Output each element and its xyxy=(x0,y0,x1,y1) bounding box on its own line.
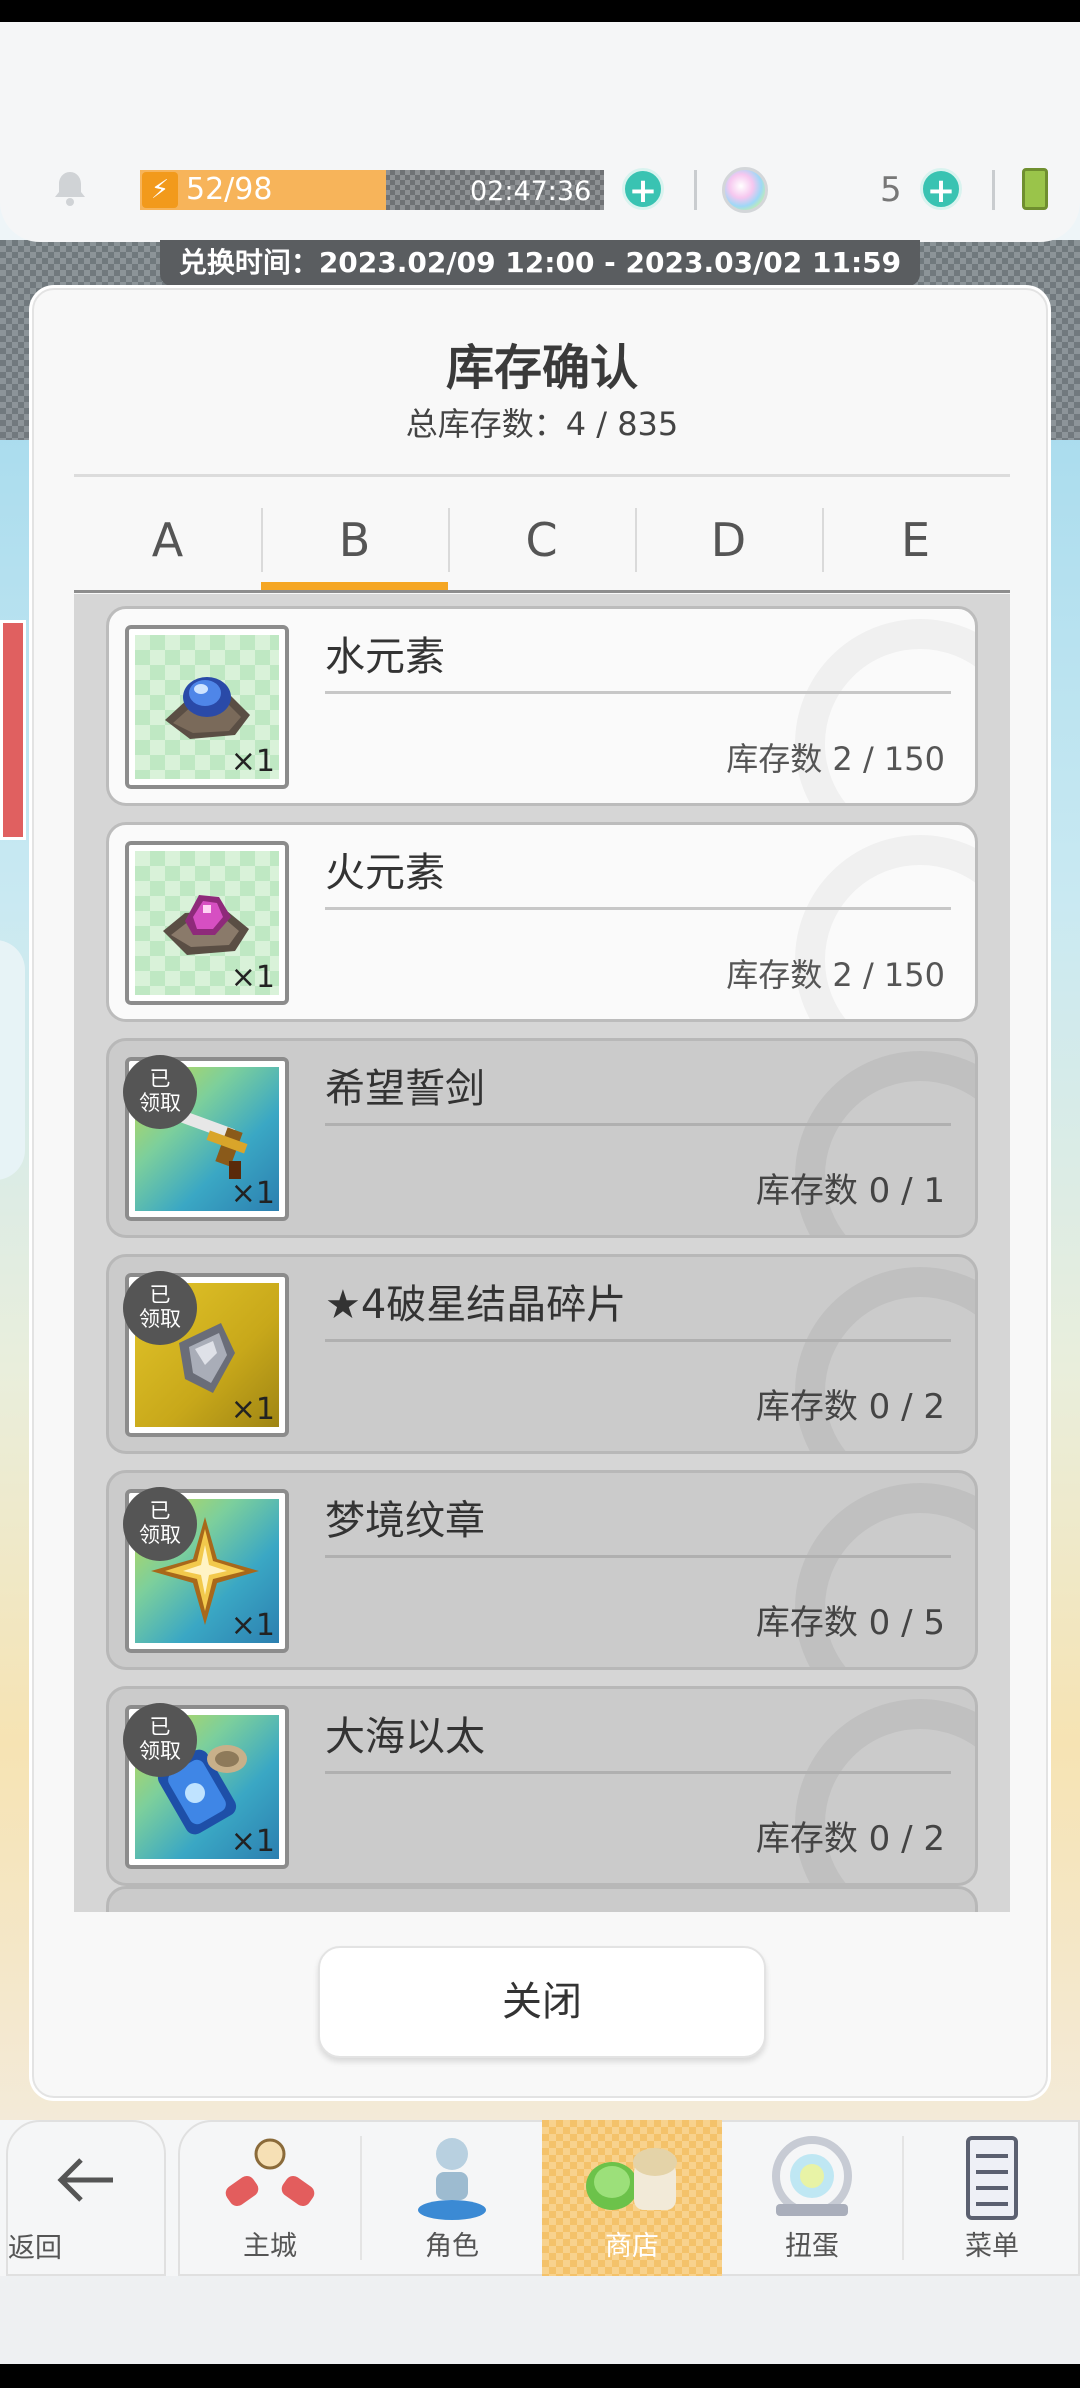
tab-bar: A B C D E xyxy=(74,490,1010,592)
top-black-bar xyxy=(0,0,1080,22)
item-name-divider xyxy=(325,1339,951,1342)
item-stock: 库存数 0 / 2 xyxy=(755,1819,945,1859)
item-name: 水元素 xyxy=(325,634,445,680)
nav-item-character[interactable]: 角色 xyxy=(362,2120,542,2276)
item-thumbnail: ×1 已领取 xyxy=(123,1703,289,1869)
nav-item-castle[interactable]: 主城 xyxy=(180,2120,360,2276)
item-quantity: ×1 xyxy=(230,1392,275,1427)
nav-label: 商店 xyxy=(605,2231,659,2262)
bottom-strip xyxy=(0,2276,1080,2364)
castle-icon xyxy=(225,2138,315,2207)
list-item-claimed[interactable]: ×1 已领取 希望誓剑 库存数 0 / 1 xyxy=(106,1038,978,1238)
item-name: 火元素 xyxy=(325,850,445,896)
stamina-value: 52/98 xyxy=(186,172,273,207)
item-name: 大海以太 xyxy=(325,1714,485,1760)
item-thumbnail: ×1 已领取 xyxy=(123,1055,289,1221)
nav-item-menu[interactable]: 菜单 xyxy=(902,2120,1080,2276)
shop-icon xyxy=(586,2148,677,2210)
item-stock: 库存数 0 / 2 xyxy=(755,1387,945,1427)
item-thumbnail: ×1 xyxy=(125,841,289,1005)
item-stock: 库存数 2 / 150 xyxy=(726,740,945,778)
item-thumbnail: ×1 xyxy=(125,625,289,789)
item-thumbnail: ×1 已领取 xyxy=(123,1487,289,1653)
stamina-timer: 02:47:36 xyxy=(470,176,592,207)
nav-label: 主城 xyxy=(243,2231,297,2262)
lightning-icon: ⚡ xyxy=(142,172,178,208)
add-stamina-button[interactable]: + xyxy=(622,168,664,211)
nav-item-shop[interactable]: 商店 xyxy=(542,2120,722,2276)
background-red-panel xyxy=(0,620,26,840)
item-quantity: ×1 xyxy=(230,960,275,995)
title-divider xyxy=(74,474,1010,477)
tab-e[interactable]: E xyxy=(822,490,1009,590)
item-quantity: ×1 xyxy=(230,1176,275,1211)
item-stock: 库存数 0 / 5 xyxy=(755,1603,945,1643)
status-divider xyxy=(992,170,995,210)
claimed-badge: 已领取 xyxy=(123,1055,197,1129)
item-stock: 库存数 2 / 150 xyxy=(726,956,945,994)
item-name: 梦境纹章 xyxy=(325,1498,485,1544)
item-name-divider xyxy=(325,1771,951,1774)
character-icon xyxy=(418,2138,486,2220)
bottom-black-bar xyxy=(0,2364,1080,2388)
tab-b[interactable]: B xyxy=(261,490,448,590)
claimed-badge: 已领取 xyxy=(123,1271,197,1345)
item-name-divider xyxy=(325,691,951,694)
tab-d[interactable]: D xyxy=(635,490,822,590)
list-item-claimed[interactable]: ×1 已领取 大海以太 库存数 0 / 2 xyxy=(106,1686,978,1886)
list-item-claimed[interactable]: ×1 已领取 ★4破星结晶碎片 库存数 0 / 2 xyxy=(106,1254,978,1454)
list-item[interactable]: ×1 火元素 库存数 2 / 150 xyxy=(106,822,978,1022)
nav-item-gacha[interactable]: 扭蛋 xyxy=(722,2120,902,2276)
status-divider xyxy=(694,170,697,210)
item-quantity: ×1 xyxy=(230,1608,275,1643)
item-name: ★4破星结晶碎片 xyxy=(325,1282,627,1328)
item-quantity: ×1 xyxy=(230,1824,275,1859)
gem-count: 5 xyxy=(880,170,902,210)
nav-label: 角色 xyxy=(425,2231,479,2262)
item-name-divider xyxy=(325,907,951,910)
tabs-divider xyxy=(74,590,1010,593)
list-item[interactable]: ×1 水元素 库存数 2 / 150 xyxy=(106,606,978,806)
item-quantity: ×1 xyxy=(230,744,275,779)
tab-c[interactable]: C xyxy=(448,490,635,590)
total-stock-label: 总库存数：4 / 835 xyxy=(405,405,679,443)
tab-a[interactable]: A xyxy=(74,490,261,590)
nav-label: 菜单 xyxy=(965,2231,1019,2262)
item-stock: 库存数 0 / 1 xyxy=(755,1171,945,1211)
claimed-badge: 已领取 xyxy=(123,1487,197,1561)
gacha-icon xyxy=(772,2136,852,2216)
list-item-claimed[interactable]: ×1 已领取 梦境纹章 库存数 0 / 5 xyxy=(106,1470,978,1670)
rainbow-gem-icon xyxy=(722,167,768,213)
battery-icon xyxy=(1022,168,1048,210)
close-button[interactable]: 关闭 xyxy=(318,1946,766,2058)
modal-title: 库存确认 xyxy=(445,340,638,396)
add-gem-button[interactable]: + xyxy=(920,168,962,211)
claimed-badge: 已领取 xyxy=(123,1703,197,1777)
item-list[interactable]: ×1 水元素 库存数 2 / 150 ×1 火元素 库存数 2 / 150 ×1… xyxy=(74,594,1010,1912)
back-button[interactable]: 返回 xyxy=(6,2120,166,2276)
item-name-divider xyxy=(325,1123,951,1126)
bell-icon[interactable] xyxy=(50,168,90,208)
item-thumbnail: ×1 已领取 xyxy=(123,1271,289,1437)
nav-label: 扭蛋 xyxy=(785,2231,839,2262)
inventory-modal: 库存确认 总库存数：4 / 835 A B C D E ×1 水元素 库存数 2… xyxy=(32,288,1048,2098)
list-item-partial[interactable] xyxy=(106,1886,978,1912)
back-arrow-icon xyxy=(57,2158,113,2202)
background-side-card xyxy=(0,940,25,1180)
item-name-divider xyxy=(325,1555,951,1558)
menu-icon xyxy=(966,2136,1018,2220)
exchange-time-text: 兑换时间：2023.02/09 12:00 - 2023.03/02 11:59 xyxy=(178,246,902,279)
exchange-time-banner: 兑换时间：2023.02/09 12:00 - 2023.03/02 11:59 xyxy=(160,240,920,286)
back-label: 返回 xyxy=(8,2233,62,2264)
item-name: 希望誓剑 xyxy=(325,1066,485,1112)
